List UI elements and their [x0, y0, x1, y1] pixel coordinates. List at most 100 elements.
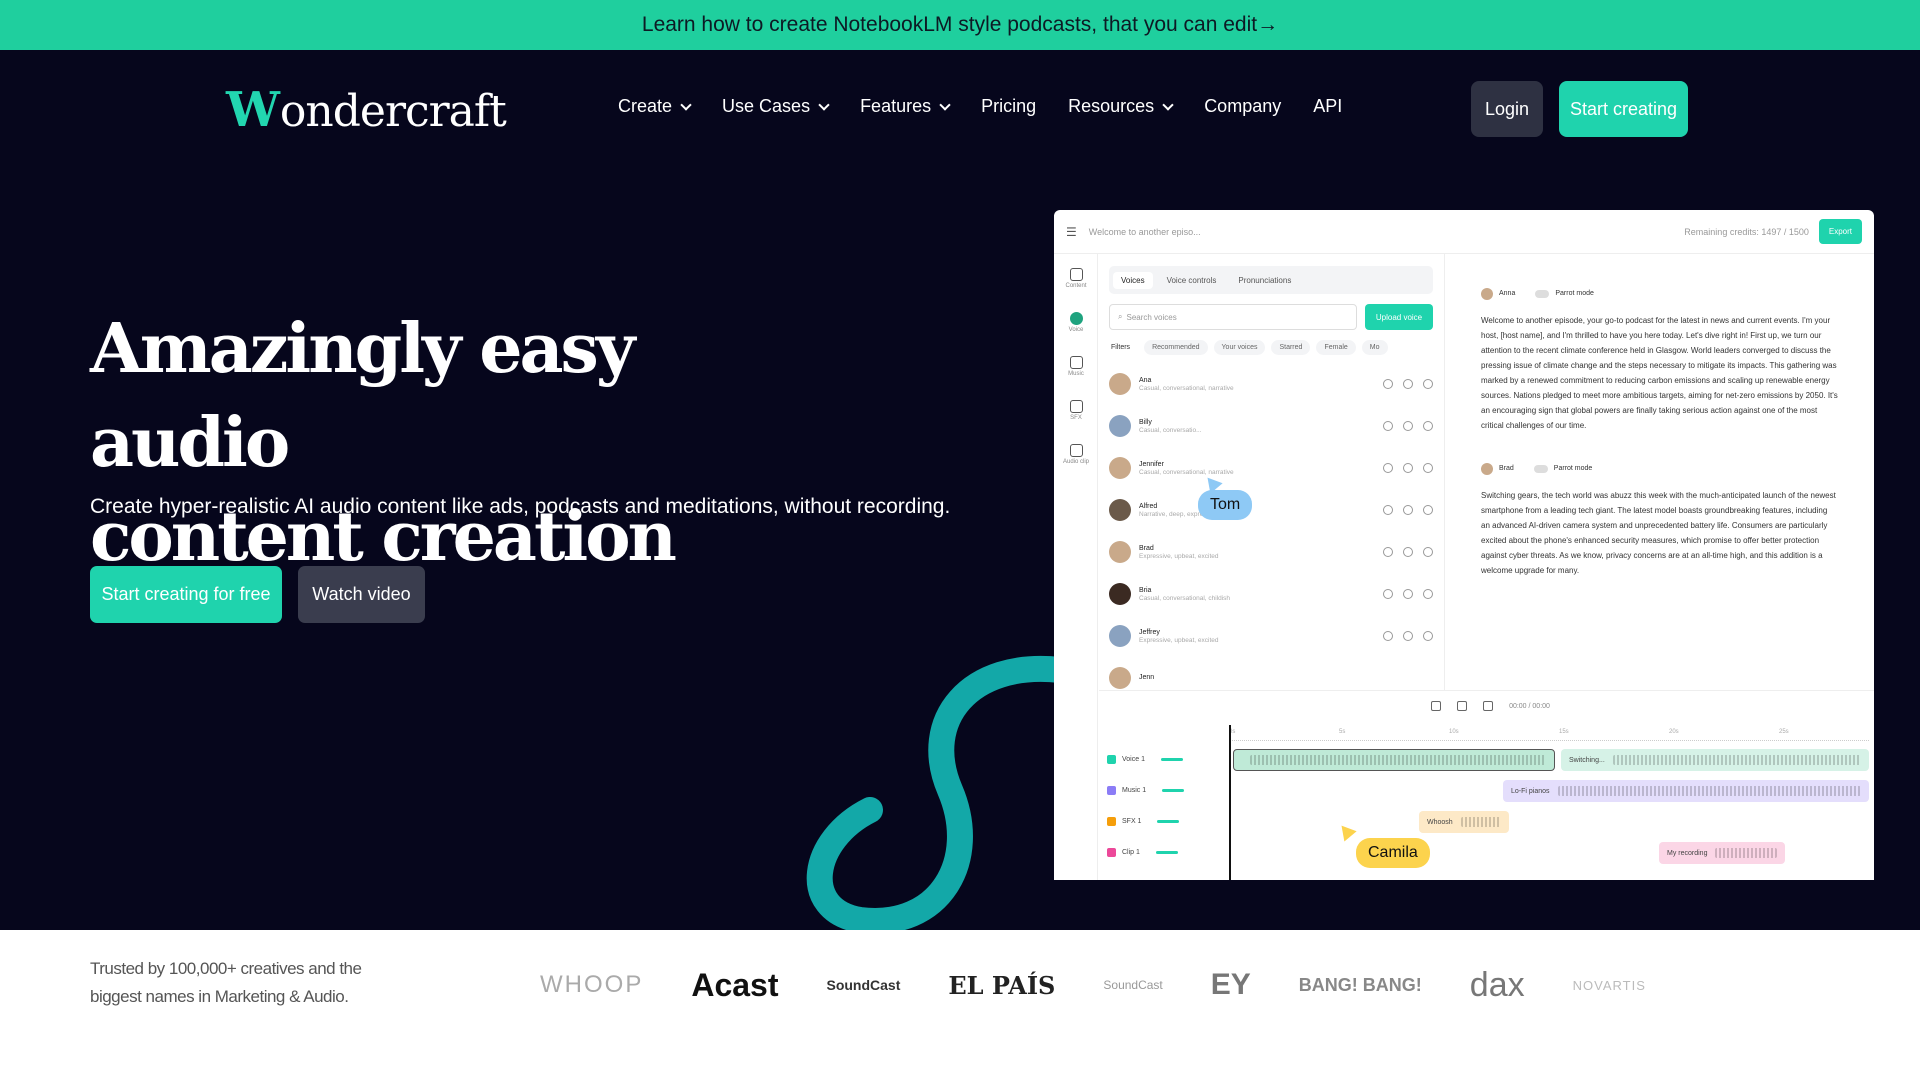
voice-desc: Expressive, upbeat, excited: [1139, 552, 1219, 560]
chevron-down-icon: [1162, 98, 1174, 111]
nav-create[interactable]: Create: [618, 96, 692, 117]
nav-company[interactable]: Company: [1204, 96, 1281, 117]
voice-item[interactable]: Brad Expressive, upbeat, excited: [1109, 531, 1433, 573]
playhead[interactable]: [1229, 725, 1231, 880]
plus-icon[interactable]: [1423, 631, 1433, 641]
episode-title[interactable]: Welcome to another episo...: [1089, 227, 1201, 237]
plus-icon[interactable]: [1423, 547, 1433, 557]
voice-item[interactable]: Ana Casual, conversational, narrative: [1109, 363, 1433, 405]
volume-slider[interactable]: [1157, 820, 1180, 823]
menu-icon[interactable]: ☰: [1066, 225, 1077, 239]
track-sfx-1[interactable]: SFX 1: [1107, 817, 1180, 826]
search-voices-input[interactable]: ⌕ Search voices: [1109, 304, 1357, 330]
start-creating-free-button[interactable]: Start creating for free: [90, 566, 282, 623]
watch-video-button[interactable]: Watch video: [298, 566, 425, 623]
voice-item[interactable]: Jennifer Casual, conversational, narrativ…: [1109, 447, 1433, 489]
wondercraft-logo[interactable]: W ondercraft: [226, 86, 507, 134]
export-button[interactable]: Export: [1818, 219, 1862, 244]
skip-back-icon[interactable]: [1431, 701, 1442, 711]
star-icon[interactable]: [1403, 631, 1413, 641]
play-icon[interactable]: [1383, 463, 1393, 473]
play-icon[interactable]: [1383, 505, 1393, 515]
star-icon[interactable]: [1403, 463, 1413, 473]
voice-item[interactable]: Alfred Narrative, deep, expressive: [1109, 489, 1433, 531]
play-icon[interactable]: [1383, 379, 1393, 389]
music-clip[interactable]: Lo-Fi pianos: [1503, 780, 1869, 802]
play-icon[interactable]: [1383, 589, 1393, 599]
rail-sfx[interactable]: SFX: [1060, 400, 1092, 421]
plus-icon[interactable]: [1423, 379, 1433, 389]
nav-features[interactable]: Features: [860, 96, 951, 117]
voice-clip-switching[interactable]: Switching...: [1561, 749, 1869, 771]
filter-recommended[interactable]: Recommended: [1144, 340, 1208, 355]
filters-toggle[interactable]: Filters: [1109, 340, 1138, 355]
nav-resources[interactable]: Resources: [1068, 96, 1174, 117]
sfx-icon: [1069, 400, 1083, 413]
upload-voice-button[interactable]: Upload voice: [1365, 304, 1433, 330]
plus-icon[interactable]: [1423, 505, 1433, 515]
tab-voice-controls[interactable]: Voice controls: [1159, 272, 1225, 289]
start-creating-button[interactable]: Start creating: [1559, 81, 1688, 137]
filter-your-voices[interactable]: Your voices: [1213, 340, 1266, 355]
script-editor[interactable]: Anna Parrot mode Welcome to another epis…: [1444, 254, 1874, 690]
tab-voices[interactable]: Voices: [1113, 271, 1153, 289]
parrot-toggle[interactable]: [1535, 289, 1550, 298]
star-icon[interactable]: [1403, 589, 1413, 599]
tab-pronunciations[interactable]: Pronunciations: [1230, 272, 1299, 289]
avatar: [1109, 373, 1131, 395]
star-icon[interactable]: [1403, 505, 1413, 515]
recording-clip[interactable]: My recording: [1659, 842, 1785, 864]
play-icon[interactable]: [1457, 701, 1468, 711]
script-paragraph[interactable]: Welcome to another episode, your go-to p…: [1481, 313, 1838, 433]
waveform: [1250, 755, 1546, 765]
plus-icon[interactable]: [1423, 421, 1433, 431]
rail-voice[interactable]: Voice: [1060, 312, 1092, 333]
filter-more[interactable]: Mo: [1361, 340, 1388, 355]
voice-item[interactable]: Billy Casual, conversatio...: [1109, 405, 1433, 447]
plus-icon[interactable]: [1423, 589, 1433, 599]
volume-slider[interactable]: [1160, 758, 1183, 761]
star-icon[interactable]: [1403, 421, 1413, 431]
rail-audio-clip[interactable]: Audio clip: [1060, 444, 1092, 465]
voice-item[interactable]: Jeffrey Expressive, upbeat, excited: [1109, 615, 1433, 657]
rail-sfx-label: SFX: [1070, 415, 1082, 421]
voice-icon: [1069, 312, 1083, 325]
voice-clip[interactable]: [1233, 749, 1555, 771]
banner-text[interactable]: Learn how to create NotebookLM style pod…: [642, 13, 1278, 37]
parrot-toggle[interactable]: [1533, 464, 1548, 473]
volume-slider[interactable]: [1162, 789, 1185, 792]
track-music-1[interactable]: Music 1: [1107, 786, 1185, 795]
nav-pricing[interactable]: Pricing: [981, 96, 1036, 117]
speaker-name[interactable]: Anna: [1499, 286, 1515, 301]
voice-desc: Casual, conversational, narrative: [1139, 384, 1234, 392]
plus-icon[interactable]: [1423, 463, 1433, 473]
speaker-name[interactable]: Brad: [1499, 461, 1514, 476]
voice-item[interactable]: Bria Casual, conversational, childish: [1109, 573, 1433, 615]
announcement-banner[interactable]: Learn how to create NotebookLM style pod…: [0, 0, 1920, 50]
star-icon[interactable]: [1403, 547, 1413, 557]
script-paragraph[interactable]: Switching gears, the tech world was abuz…: [1481, 488, 1838, 578]
sfx-clip[interactable]: Whoosh: [1419, 811, 1509, 833]
voice-item[interactable]: Jenn: [1109, 657, 1433, 690]
volume-slider[interactable]: [1155, 851, 1178, 854]
play-icon[interactable]: [1383, 631, 1393, 641]
play-icon[interactable]: [1383, 547, 1393, 557]
filter-female[interactable]: Female: [1316, 340, 1356, 355]
brand-logo-el-pais: EL PAÍS: [948, 970, 1056, 1000]
play-icon[interactable]: [1383, 421, 1393, 431]
star-icon[interactable]: [1403, 379, 1413, 389]
rail-content[interactable]: Content: [1060, 268, 1092, 289]
nav-api[interactable]: API: [1313, 96, 1342, 117]
track-label: Voice 1: [1122, 756, 1145, 763]
filter-starred[interactable]: Starred: [1271, 340, 1311, 355]
rail-music[interactable]: Music: [1060, 356, 1092, 377]
nav-use-cases[interactable]: Use Cases: [722, 96, 830, 117]
skip-forward-icon[interactable]: [1483, 701, 1494, 711]
voice-desc: Expressive, upbeat, excited: [1139, 636, 1219, 644]
app-topbar: ☰ Welcome to another episo... Remaining …: [1054, 210, 1874, 254]
time-readout: 00:00 / 00:00: [1509, 702, 1550, 710]
login-button[interactable]: Login: [1471, 81, 1543, 137]
brand-logo-dax: dax: [1469, 965, 1525, 1004]
track-voice-1[interactable]: Voice 1: [1107, 755, 1183, 764]
track-clip-1[interactable]: Clip 1: [1107, 848, 1178, 857]
